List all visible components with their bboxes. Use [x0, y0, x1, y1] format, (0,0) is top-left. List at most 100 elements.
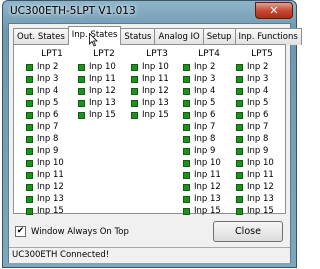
input-indicator-row: Inp 11 — [78, 73, 130, 85]
input-indicator-row: Inp 12 — [78, 85, 130, 97]
input-led-icon — [183, 99, 190, 107]
tab-status[interactable]: Status — [120, 28, 156, 45]
input-indicator-row: Inp 15 — [26, 205, 78, 217]
input-led-icon — [183, 111, 190, 119]
input-indicator-row: Inp 11 — [131, 73, 183, 85]
input-label: Inp 4 — [37, 86, 59, 96]
input-led-icon — [236, 75, 243, 83]
tab-setup[interactable]: Setup — [202, 28, 236, 45]
input-label: Inp 3 — [37, 74, 59, 84]
input-label: Inp 5 — [37, 98, 59, 108]
lpt3-column: LPT3 Inp 10 Inp 11 Inp 12 Inp 13 Inp 15 — [131, 48, 183, 121]
input-label: Inp 11 — [37, 170, 64, 180]
input-led-icon — [26, 135, 33, 143]
input-label: Inp 11 — [247, 170, 274, 180]
input-led-icon — [78, 75, 85, 83]
input-label: Inp 6 — [194, 110, 216, 120]
input-indicator-row: Inp 10 — [236, 157, 288, 169]
always-on-top-label: Window Always On Top — [31, 226, 129, 237]
input-led-icon — [183, 171, 190, 179]
input-label: Inp 13 — [142, 98, 169, 108]
input-led-icon — [26, 63, 33, 71]
input-label: Inp 10 — [247, 158, 274, 168]
input-indicator-row: Inp 11 — [26, 169, 78, 181]
input-indicator-row: Inp 12 — [236, 181, 288, 193]
input-indicator-row: Inp 5 — [183, 97, 235, 109]
input-label: Inp 13 — [247, 194, 274, 204]
input-label: Inp 2 — [37, 62, 59, 72]
input-label: Inp 3 — [194, 74, 216, 84]
input-label: Inp 15 — [142, 110, 169, 120]
input-led-icon — [26, 171, 33, 179]
input-led-icon — [183, 75, 190, 83]
input-indicator-row: Inp 12 — [26, 181, 78, 193]
input-led-icon — [183, 135, 190, 143]
input-indicator-row: Inp 11 — [183, 169, 235, 181]
input-indicator-row: Inp 5 — [236, 97, 288, 109]
input-led-icon — [183, 195, 190, 203]
input-indicator-row: Inp 13 — [26, 193, 78, 205]
client-area: Out. States Inp. States Status Analog IO… — [8, 23, 302, 263]
input-indicator-row: Inp 2 — [26, 61, 78, 73]
input-label: Inp 2 — [247, 62, 269, 72]
input-indicator-row: Inp 13 — [183, 193, 235, 205]
tab-bar: Out. States Inp. States Status Analog IO… — [13, 26, 302, 45]
window-title: UC300ETH-5LPT V1.013 — [10, 5, 136, 17]
tab-analog-io[interactable]: Analog IO — [154, 28, 204, 45]
close-button[interactable]: Close — [213, 221, 283, 242]
title-bar[interactable]: UC300ETH-5LPT V1.013 ✕ — [3, 1, 296, 23]
input-led-icon — [26, 183, 33, 191]
tab-inp-functions[interactable]: Inp. Functions — [234, 28, 302, 45]
input-indicator-row: Inp 8 — [26, 133, 78, 145]
input-indicator-row: Inp 4 — [236, 85, 288, 97]
lpt5-column: LPT5 Inp 2 Inp 3 Inp 4 Inp 5 Inp 6 Inp 7 Inp 8… — [236, 48, 288, 217]
input-label: Inp 6 — [247, 110, 269, 120]
input-indicator-row: Inp 8 — [183, 133, 235, 145]
input-indicator-row: Inp 15 — [183, 205, 235, 217]
input-led-icon — [236, 63, 243, 71]
input-indicator-row: Inp 6 — [236, 109, 288, 121]
input-led-icon — [236, 147, 243, 155]
input-indicator-row: Inp 3 — [236, 73, 288, 85]
input-indicator-row: Inp 10 — [131, 61, 183, 73]
input-indicator-row: Inp 8 — [236, 133, 288, 145]
input-led-icon — [183, 123, 190, 131]
lpt1-column: LPT1 Inp 2 Inp 3 Inp 4 Inp 5 Inp 6 Inp 7 Inp 8… — [26, 48, 78, 217]
input-led-icon — [236, 111, 243, 119]
input-indicator-row: Inp 10 — [183, 157, 235, 169]
input-indicator-row: Inp 15 — [131, 109, 183, 121]
input-indicator-row: Inp 4 — [26, 85, 78, 97]
input-label: Inp 13 — [89, 98, 116, 108]
input-label: Inp 10 — [89, 62, 116, 72]
always-on-top-checkbox[interactable]: ✔ — [15, 226, 26, 237]
input-label: Inp 11 — [89, 74, 116, 84]
input-led-icon — [183, 159, 190, 167]
input-led-icon — [26, 147, 33, 155]
input-led-icon — [131, 99, 138, 107]
input-label: Inp 15 — [247, 206, 274, 216]
input-label: Inp 13 — [37, 194, 64, 204]
input-indicator-row: Inp 2 — [183, 61, 235, 73]
window-close-icon[interactable]: ✕ — [255, 2, 293, 19]
input-indicator-row: Inp 11 — [236, 169, 288, 181]
input-label: Inp 12 — [37, 182, 64, 192]
lpt4-column: LPT4 Inp 2 Inp 3 Inp 4 Inp 5 Inp 6 Inp 7 Inp 8… — [183, 48, 235, 217]
always-on-top-option[interactable]: ✔ Window Always On Top — [15, 226, 129, 237]
input-indicator-row: Inp 13 — [78, 97, 130, 109]
input-led-icon — [236, 183, 243, 191]
inputs-panel: LPT1 Inp 2 Inp 3 Inp 4 Inp 5 Inp 6 Inp 7 Inp 8… — [13, 44, 288, 217]
input-indicator-row: Inp 7 — [236, 121, 288, 133]
input-indicator-row: Inp 7 — [26, 121, 78, 133]
lpt4-title: LPT4 — [198, 49, 220, 59]
input-label: Inp 7 — [37, 122, 59, 132]
input-led-icon — [183, 87, 190, 95]
input-label: Inp 10 — [194, 158, 221, 168]
mouse-cursor-icon — [89, 33, 98, 47]
input-led-icon — [78, 87, 85, 95]
input-indicator-row: Inp 9 — [236, 145, 288, 157]
input-indicator-row: Inp 6 — [26, 109, 78, 121]
checkmark-icon: ✔ — [16, 226, 25, 236]
input-label: Inp 11 — [194, 170, 221, 180]
tab-out-states[interactable]: Out. States — [13, 28, 69, 45]
lpt2-title: LPT2 — [93, 49, 115, 59]
